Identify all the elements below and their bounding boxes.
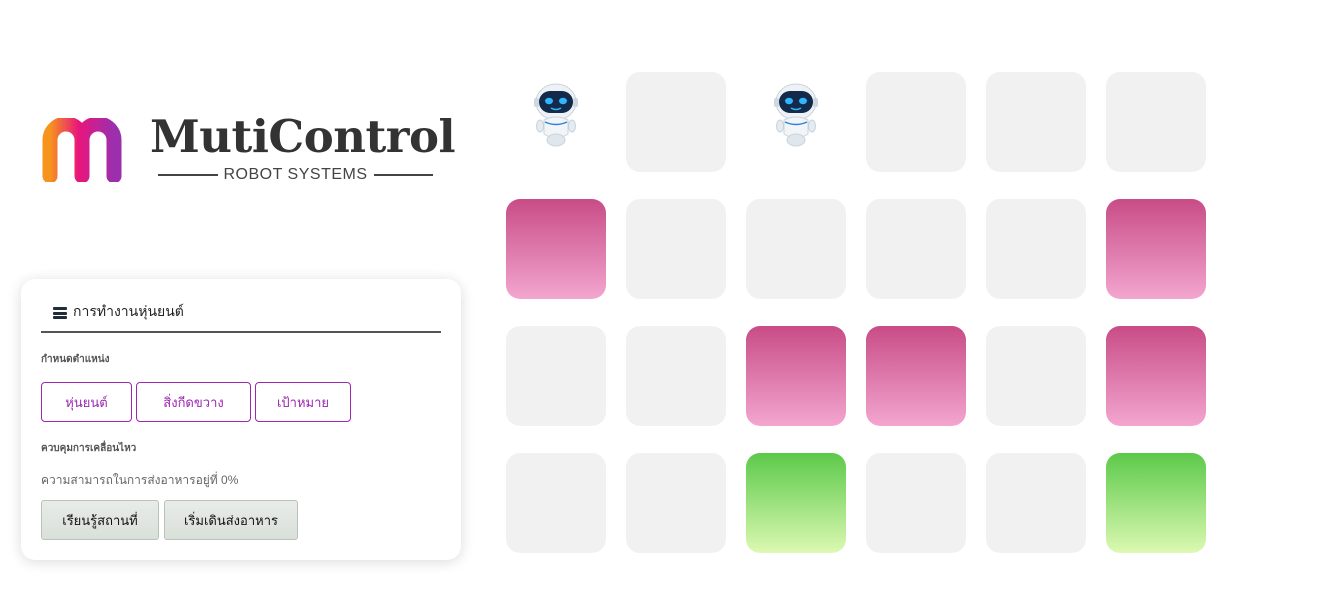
set-robot-button[interactable]: หุ่นยนต์ <box>41 382 132 422</box>
grid-cell-empty[interactable] <box>506 453 606 553</box>
position-section-label: กำหนดตำแหน่ง <box>41 354 110 365</box>
grid-cell-target[interactable] <box>1106 453 1206 553</box>
grid-cell-empty[interactable] <box>506 326 606 426</box>
delivery-status-text: ความสามารถในการส่งอาหารอยู่ที่ 0% <box>41 473 239 487</box>
set-target-button[interactable]: เป้าหมาย <box>255 382 351 422</box>
set-obstacle-button[interactable]: สิ่งกีดขวาง <box>136 382 251 422</box>
logo-wordmark: MutiControl <box>150 110 456 163</box>
grid-cell-target[interactable] <box>746 453 846 553</box>
grid-cell-empty[interactable] <box>866 72 966 172</box>
grid-cell-empty[interactable] <box>746 199 846 299</box>
grid-cell-robot[interactable] <box>746 72 846 172</box>
grid-cell-empty[interactable] <box>986 453 1086 553</box>
grid-cell-empty[interactable] <box>986 326 1086 426</box>
grid-cell-empty[interactable] <box>626 199 726 299</box>
list-icon <box>53 307 67 319</box>
grid-cell-obstacle[interactable] <box>866 326 966 426</box>
logo-m-icon <box>42 118 122 182</box>
grid-cell-empty[interactable] <box>866 453 966 553</box>
motion-section-label: ควบคุมการเคลื่อนไหว <box>41 443 137 454</box>
grid-cell-empty[interactable] <box>626 72 726 172</box>
start-delivery-button[interactable]: เริ่มเดินส่งอาหาร <box>164 500 298 540</box>
grid-cell-obstacle[interactable] <box>506 199 606 299</box>
grid-cell-empty[interactable] <box>986 199 1086 299</box>
panel-header: การทำงานหุ่นยนต์ <box>41 299 441 333</box>
grid-cell-obstacle[interactable] <box>746 326 846 426</box>
robot-grid <box>506 72 1206 553</box>
position-button-group: หุ่นยนต์ สิ่งกีดขวาง เป้าหมาย <box>41 382 351 422</box>
grid-cell-robot[interactable] <box>506 72 606 172</box>
logo: MutiControl ROBOT SYSTEMS <box>40 110 456 192</box>
action-button-group: เรียนรู้สถานที่ เริ่มเดินส่งอาหาร <box>41 500 298 540</box>
grid-cell-empty[interactable] <box>626 326 726 426</box>
grid-cell-empty[interactable] <box>866 199 966 299</box>
grid-cell-obstacle[interactable] <box>1106 326 1206 426</box>
grid-cell-empty[interactable] <box>986 72 1086 172</box>
learn-location-button[interactable]: เรียนรู้สถานที่ <box>41 500 159 540</box>
grid-cell-empty[interactable] <box>626 453 726 553</box>
robot-icon <box>534 83 578 147</box>
panel-title: การทำงานหุ่นยนต์ <box>73 303 184 319</box>
grid-cell-empty[interactable] <box>1106 72 1206 172</box>
robot-control-panel: การทำงานหุ่นยนต์ กำหนดตำแหน่ง หุ่นยนต์ ส… <box>21 279 461 560</box>
robot-icon <box>774 83 818 147</box>
grid-cell-obstacle[interactable] <box>1106 199 1206 299</box>
logo-tagline: ROBOT SYSTEMS <box>158 166 434 184</box>
